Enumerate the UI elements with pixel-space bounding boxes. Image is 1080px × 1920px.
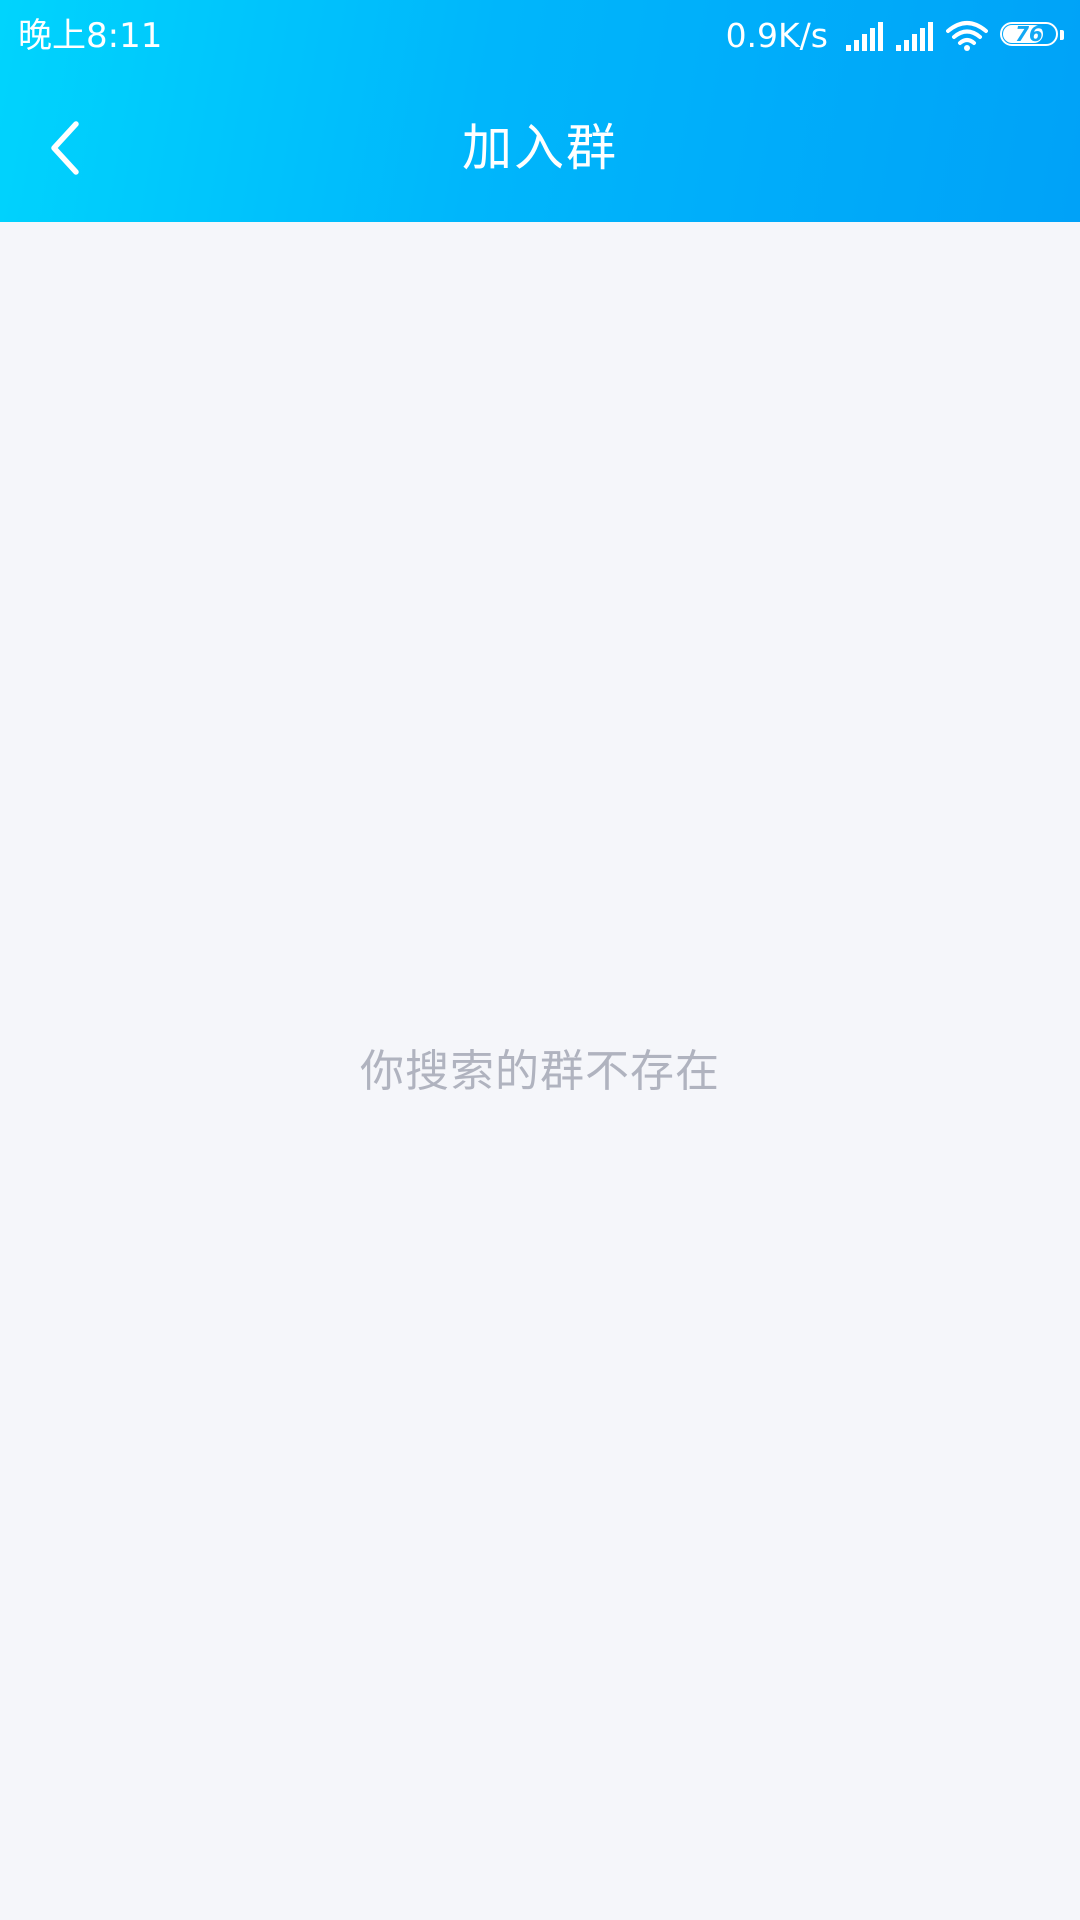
wifi-icon	[946, 20, 988, 52]
status-indicators: 0.9K/s 76	[726, 14, 1064, 58]
status-bar: 晚上8:11 0.9K/s 76	[0, 0, 1080, 74]
empty-state-message: 你搜索的群不存在	[360, 1046, 720, 1097]
nav-bar: 加入群	[0, 74, 1080, 222]
page-title: 加入群	[462, 119, 618, 177]
signal-icon	[846, 21, 884, 51]
signal-icon	[896, 21, 934, 51]
battery-level: 76	[1015, 22, 1043, 46]
screen: 晚上8:11 0.9K/s 76 加入群 你搜索的群不存在	[0, 0, 1080, 1920]
network-speed: 0.9K/s	[725, 16, 828, 55]
battery-icon: 76	[1000, 22, 1064, 50]
battery-tip	[1060, 30, 1064, 40]
back-button[interactable]	[30, 112, 102, 184]
status-time: 晚上8:11	[18, 16, 163, 56]
chevron-left-icon	[51, 121, 79, 175]
